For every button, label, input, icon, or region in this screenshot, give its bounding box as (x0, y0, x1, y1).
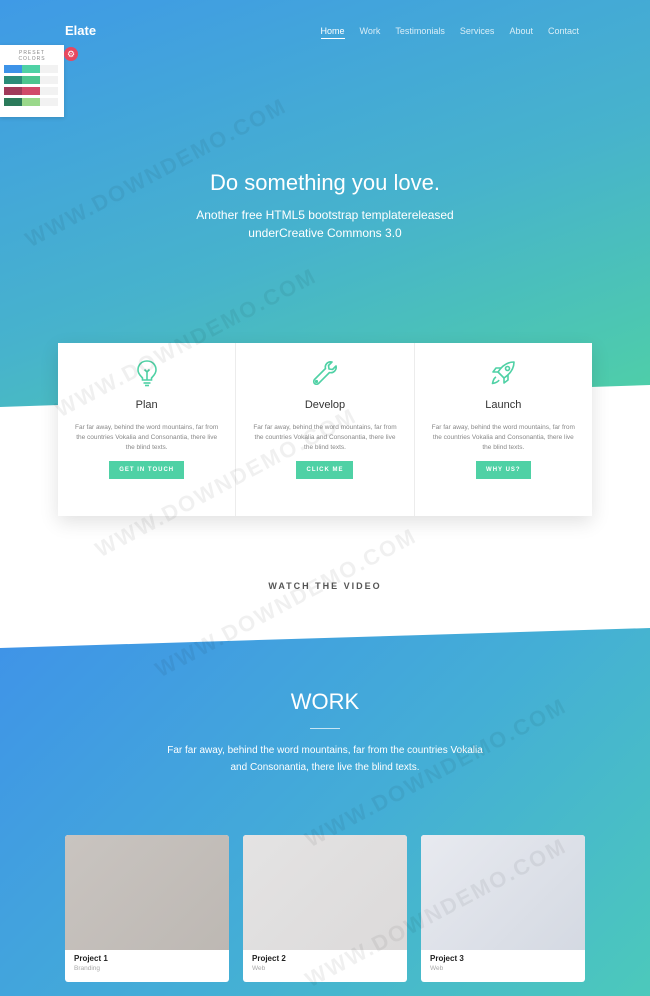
project-name: Project 1 (74, 954, 108, 963)
nav-home[interactable]: Home (320, 26, 345, 39)
nav-services[interactable]: Services (460, 26, 495, 39)
preset-swatch-2[interactable] (4, 76, 60, 84)
rocket-icon (415, 359, 592, 387)
swatch-primary (4, 87, 22, 95)
brand-logo[interactable]: Elate (65, 23, 96, 38)
gear-icon[interactable]: ⚙ (64, 47, 78, 61)
nav-testimonials[interactable]: Testimonials (395, 26, 445, 39)
project-category: Web (430, 965, 444, 972)
nav-work[interactable]: Work (360, 26, 381, 39)
swatch-secondary (22, 65, 40, 73)
swatch-secondary (22, 76, 40, 84)
preset-swatch-1[interactable] (4, 65, 60, 73)
preset-swatch-4[interactable] (4, 98, 60, 106)
main-nav: Home Work Testimonials Services About Co… (320, 26, 579, 39)
feature-title: Launch (485, 399, 522, 411)
swatch-secondary (22, 98, 40, 106)
preset-colors-panel: PRESET COLORS (0, 45, 64, 117)
preset-swatch-3[interactable] (4, 87, 60, 95)
preset-title-line2: COLORS (18, 56, 46, 62)
swatch-primary (4, 65, 22, 73)
swatch-primary (4, 98, 22, 106)
work-divider (310, 728, 340, 729)
feature-text: Far far away, behind the word mountains,… (431, 424, 575, 451)
project-card-1[interactable]: Project 1 Branding (65, 835, 229, 982)
project-name: Project 3 (430, 954, 464, 963)
project-category: Branding (74, 965, 101, 972)
why-us-button[interactable]: WHY US? (476, 461, 531, 479)
click-me-button[interactable]: CLICK ME (296, 461, 354, 479)
wrench-icon (236, 359, 413, 387)
project-thumbnail (65, 835, 229, 950)
hero-subtitle: Another free HTML5 bootstrap templaterel… (196, 208, 454, 240)
nav-about[interactable]: About (509, 26, 533, 39)
feature-title: Develop (304, 399, 346, 411)
get-in-touch-button[interactable]: GET IN TOUCH (109, 461, 185, 479)
swatch-secondary (22, 87, 40, 95)
feature-text: Far far away, behind the word mountains,… (75, 424, 219, 451)
nav-contact[interactable]: Contact (548, 26, 579, 39)
swatch-primary (4, 76, 22, 84)
feature-launch: Launch Far far away, behind the word mou… (413, 343, 592, 516)
